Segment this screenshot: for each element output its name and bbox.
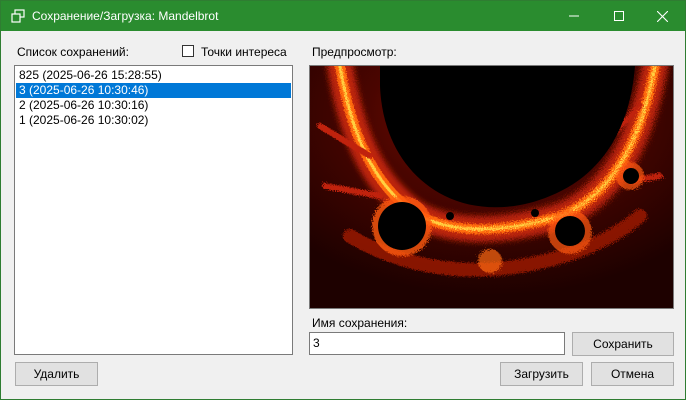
preview-label: Предпросмотр: bbox=[312, 45, 397, 59]
save-load-dialog: Сохранение/Загрузка: Mandelbrot Список с… bbox=[0, 0, 686, 400]
mandelbrot-preview-image bbox=[310, 66, 673, 308]
saves-listbox[interactable]: 825 (2025-06-26 15:28:55) 3 (2025-06-26 … bbox=[14, 65, 293, 355]
saves-list-label: Список сохранений: bbox=[17, 45, 129, 59]
save-button[interactable]: Сохранить bbox=[572, 332, 674, 356]
poi-checkbox-label[interactable]: Точки интереса bbox=[201, 45, 287, 59]
poi-checkbox[interactable] bbox=[182, 45, 194, 57]
list-item[interactable]: 1 (2025-06-26 10:30:02) bbox=[16, 113, 291, 128]
minimize-icon bbox=[569, 15, 579, 17]
save-name-input[interactable]: 3 bbox=[309, 332, 565, 355]
app-icon bbox=[11, 9, 25, 23]
list-item[interactable]: 2 (2025-06-26 10:30:16) bbox=[16, 98, 291, 113]
delete-button[interactable]: Удалить bbox=[15, 362, 98, 386]
window-title: Сохранение/Загрузка: Mandelbrot bbox=[32, 9, 219, 23]
close-icon bbox=[656, 10, 668, 22]
save-name-label: Имя сохранения: bbox=[312, 316, 408, 330]
maximize-button[interactable] bbox=[596, 1, 642, 31]
maximize-icon bbox=[614, 11, 624, 21]
list-item[interactable]: 825 (2025-06-26 15:28:55) bbox=[16, 68, 291, 83]
fractal-preview bbox=[309, 65, 674, 309]
list-item-selected[interactable]: 3 (2025-06-26 10:30:46) bbox=[16, 83, 291, 98]
load-button[interactable]: Загрузить bbox=[500, 362, 583, 386]
minimize-button[interactable] bbox=[551, 1, 597, 31]
title-bar[interactable]: Сохранение/Загрузка: Mandelbrot bbox=[1, 1, 685, 31]
close-button[interactable] bbox=[639, 1, 685, 31]
cancel-button[interactable]: Отмена bbox=[591, 362, 674, 386]
